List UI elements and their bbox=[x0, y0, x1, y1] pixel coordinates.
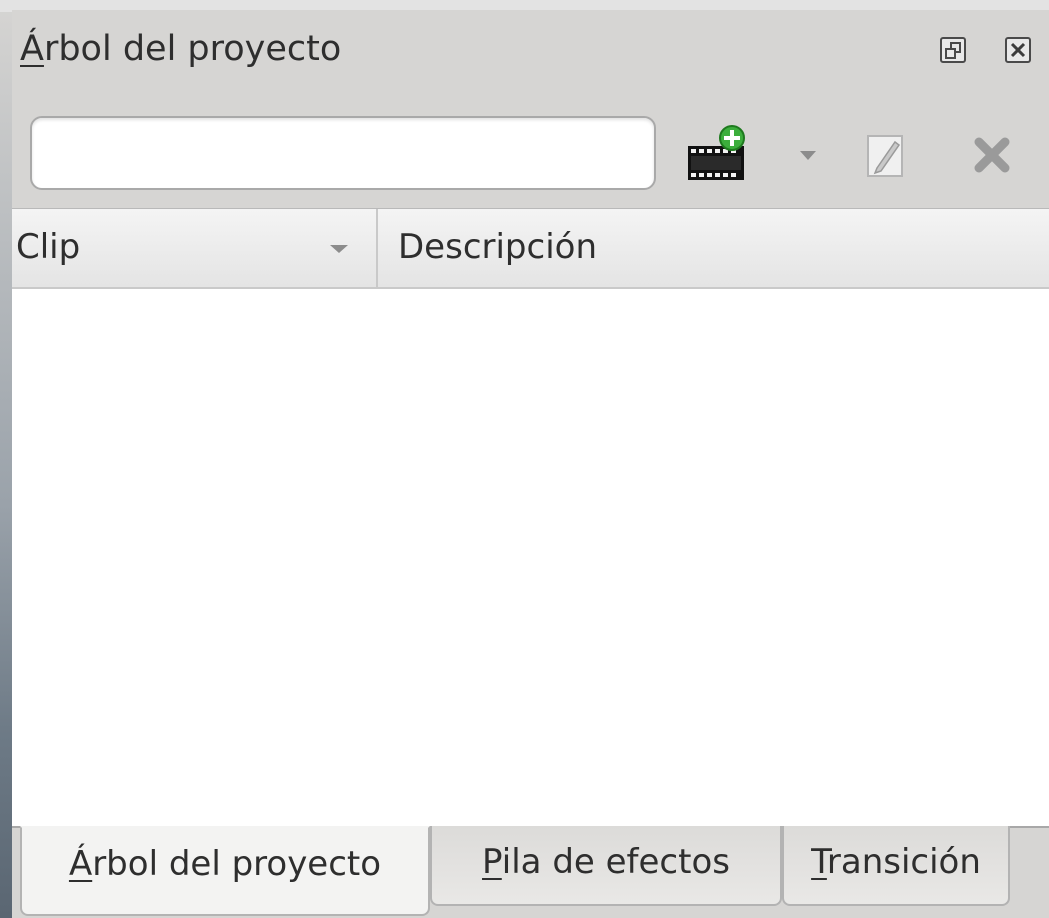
tab-effect-stack-mnemonic: P bbox=[482, 842, 502, 882]
project-clip-list[interactable]: Clip Descripción bbox=[12, 208, 1049, 827]
table-header: Clip Descripción bbox=[12, 209, 1049, 289]
add-clip-button[interactable] bbox=[684, 124, 748, 186]
tab-effect-stack-label: ila de efectos bbox=[501, 842, 730, 882]
tab-project-tree[interactable]: Árbol del proyecto bbox=[20, 826, 430, 916]
tab-effect-stack[interactable]: Pila de efectos bbox=[430, 826, 782, 906]
dock-title-bar: Árbol del proyecto bbox=[12, 10, 1049, 98]
column-label-clip: Clip bbox=[16, 227, 81, 267]
tab-transition[interactable]: Transición bbox=[782, 826, 1010, 906]
column-header-description[interactable]: Descripción bbox=[378, 209, 1049, 287]
float-dock-button[interactable] bbox=[940, 37, 966, 63]
tab-project-tree-label: rbol del proyecto bbox=[92, 844, 382, 884]
dock-title-mnemonic: Á bbox=[20, 29, 44, 69]
edit-icon bbox=[867, 135, 903, 177]
search-input[interactable] bbox=[30, 116, 656, 190]
add-clip-menu-button[interactable] bbox=[788, 124, 828, 186]
project-tree-dock: Árbol del proyecto Clip Descripción Árbo… bbox=[12, 10, 1049, 918]
tab-transition-mnemonic: T bbox=[811, 842, 827, 882]
edit-clip-button[interactable] bbox=[858, 124, 914, 186]
delete-icon bbox=[974, 137, 1010, 173]
dock-title-text: rbol del proyecto bbox=[43, 29, 342, 69]
sort-descending-icon bbox=[330, 245, 348, 253]
table-body[interactable] bbox=[12, 289, 1049, 827]
dock-tab-bar: Árbol del proyecto Pila de efectos Trans… bbox=[12, 826, 1049, 918]
project-toolbar bbox=[12, 106, 1049, 214]
tab-project-tree-mnemonic: Á bbox=[68, 844, 93, 884]
column-header-clip[interactable]: Clip bbox=[12, 209, 378, 287]
close-icon bbox=[1010, 42, 1026, 58]
film-add-icon bbox=[688, 125, 745, 180]
chevron-down-icon bbox=[800, 151, 816, 160]
close-dock-button[interactable] bbox=[1005, 37, 1031, 63]
tab-transition-label: ransición bbox=[826, 842, 981, 882]
float-icon-back bbox=[945, 48, 956, 59]
delete-clip-button[interactable] bbox=[964, 124, 1020, 186]
column-label-description: Descripción bbox=[398, 227, 598, 267]
dock-title: Árbol del proyecto bbox=[20, 28, 341, 70]
